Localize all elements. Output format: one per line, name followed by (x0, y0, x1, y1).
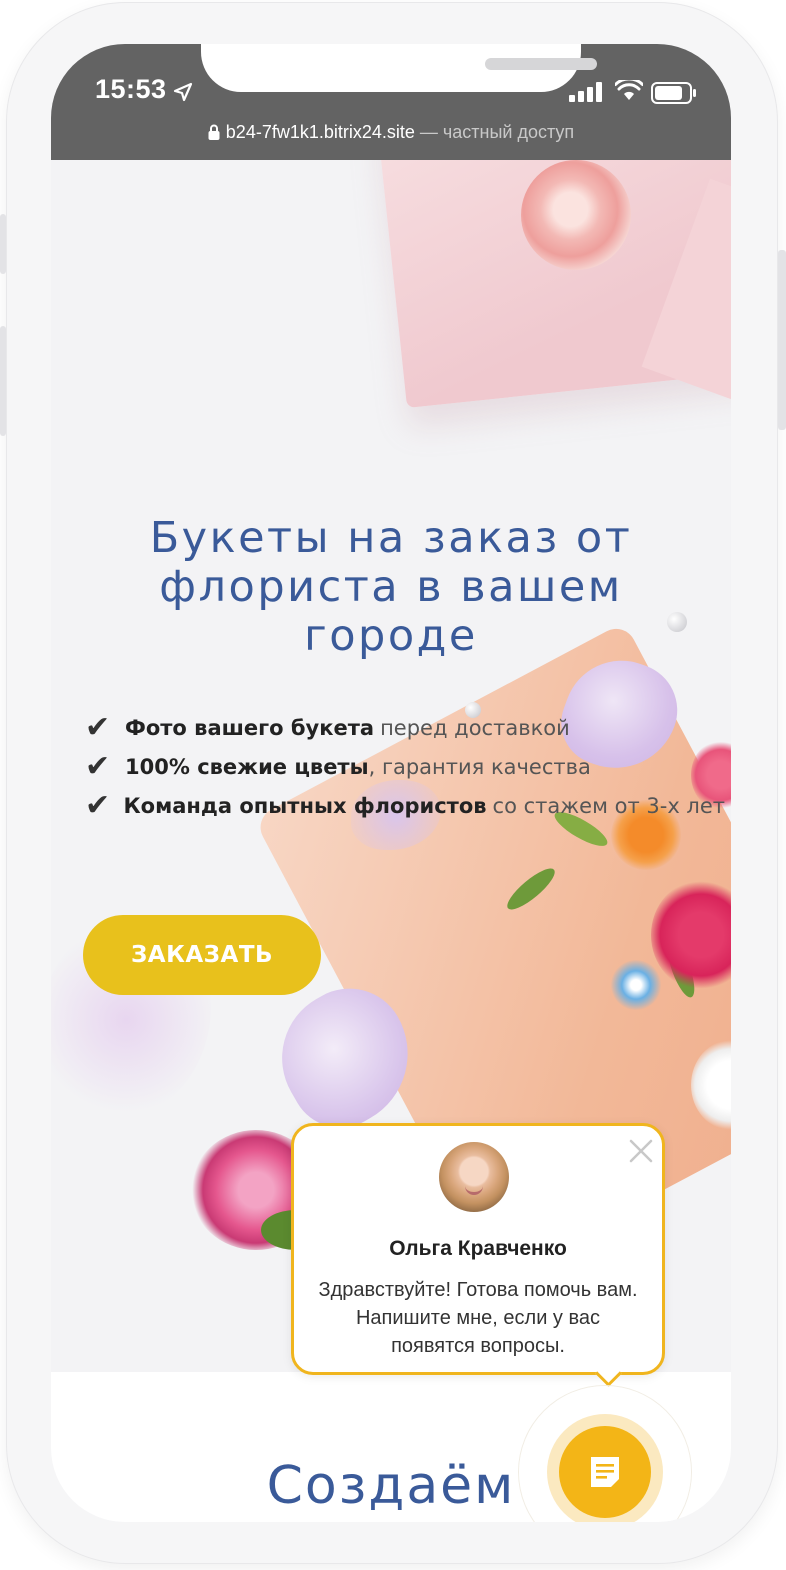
hero-title-line: флориста в вашем (159, 562, 623, 612)
url-bar[interactable]: b24-7fw1k1.bitrix24.site — частный досту… (51, 122, 731, 143)
url-access-note: — частный доступ (414, 122, 575, 142)
chat-form-icon (591, 1457, 619, 1487)
hero-title-line: городе (304, 611, 478, 661)
check-icon: ✔ (85, 749, 111, 784)
feature-item: ✔ 100% свежие цветы , гарантия качества (85, 747, 725, 786)
check-icon: ✔ (85, 788, 111, 823)
status-bar: 15:53 b24-7fw1k1.bitrix24.site — частный… (51, 44, 731, 160)
feature-item: ✔ Команда опытных флористов со стажем от… (85, 786, 725, 825)
hero-title: Букеты на заказ от флориста в вашем горо… (91, 514, 691, 661)
wifi-icon (615, 80, 643, 100)
chat-open-button[interactable] (559, 1426, 651, 1518)
agent-name: Ольга Кравченко (389, 1237, 567, 1260)
feature-text: со стажем от 3-х лет (492, 793, 725, 818)
location-arrow-icon (173, 82, 193, 102)
url-domain: b24-7fw1k1.bitrix24.site (225, 122, 415, 142)
phone-side-button-left-2 (0, 326, 6, 436)
feature-item: ✔ Фото вашего букета перед доставкой (85, 708, 725, 747)
features-list: ✔ Фото вашего букета перед доставкой ✔ 1… (85, 708, 725, 825)
feature-bold-text: Фото вашего букета (125, 715, 375, 740)
avatar-smile (465, 1186, 483, 1195)
speaker (485, 58, 597, 70)
feature-text: перед доставкой (380, 715, 570, 740)
feature-bold-text: Команда опытных флористов (123, 793, 487, 818)
feature-bold-text: 100% свежие цветы (125, 754, 369, 779)
chat-popup[interactable]: Ольга Кравченко Здравствуйте! Готова пом… (291, 1123, 665, 1375)
order-button[interactable]: ЗАКАЗАТЬ (83, 915, 321, 995)
hero-title-line: Букеты на заказ от (149, 513, 633, 563)
status-time: 15:53 (95, 74, 167, 104)
rose-image (521, 160, 631, 270)
notch (201, 44, 597, 92)
phone-side-button-right (778, 250, 786, 430)
chat-message: Здравствуйте! Готова помочь вам. Напишит… (318, 1279, 638, 1357)
agent-avatar (439, 1142, 509, 1212)
signal-icon (569, 82, 602, 102)
battery-icon (651, 82, 696, 104)
check-icon: ✔ (85, 710, 111, 745)
lock-icon (208, 124, 220, 140)
page-content: Букеты на заказ от флориста в вашем горо… (51, 160, 731, 1522)
close-icon[interactable] (628, 1138, 654, 1164)
blue-flower-image (611, 960, 661, 1010)
phone-screen: 15:53 b24-7fw1k1.bitrix24.site — частный… (51, 44, 731, 1522)
feature-text: , гарантия качества (368, 754, 591, 779)
phone-side-button-left-1 (0, 214, 6, 274)
